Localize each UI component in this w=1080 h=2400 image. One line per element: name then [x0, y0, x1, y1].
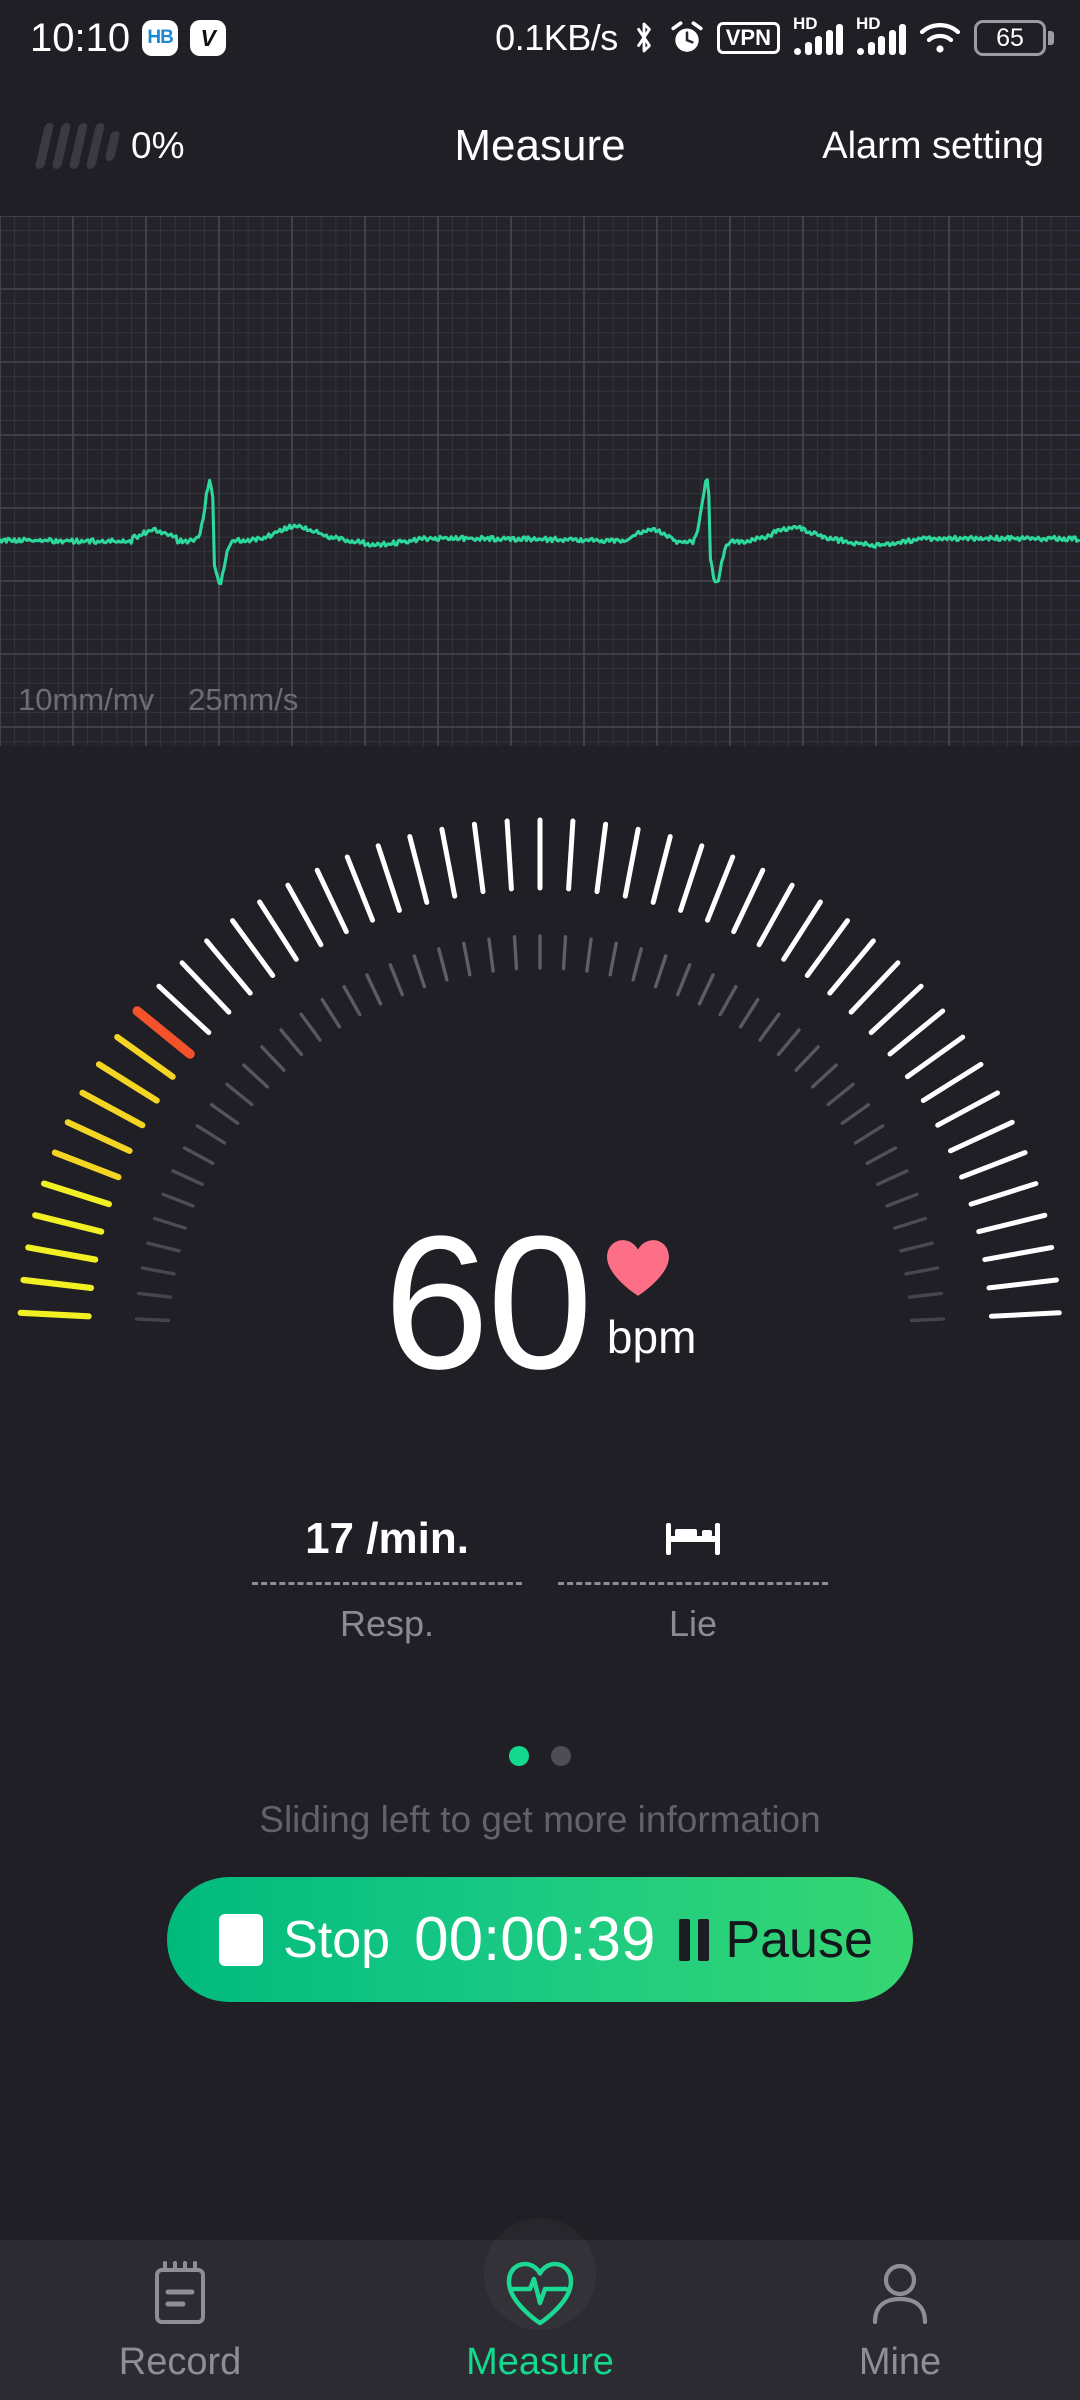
nav-item-measure[interactable]: Measure [360, 2240, 720, 2400]
bpm-side-group: bpm [605, 1216, 696, 1364]
nav-item-mine[interactable]: Mine [720, 2240, 1080, 2400]
status-bar-right: 0.1KB/s VPN HD HD 65 [495, 15, 1054, 59]
ecg-panel[interactable]: 10mm/mv 25mm/s [0, 216, 1080, 746]
bpm-unit-label: bpm [606, 1311, 697, 1363]
ecg-waveform [0, 478, 1080, 586]
stop-button[interactable]: Stop [207, 1910, 390, 1970]
stat-resp-value: 17 /min. [305, 1514, 469, 1563]
v-app-icon: V [190, 20, 227, 56]
wifi-icon [919, 21, 961, 55]
ecg-scale-labels: 10mm/mv 25mm/s [18, 682, 298, 718]
stat-posture-top [664, 1502, 722, 1576]
stat-posture-label: Lie [668, 1603, 718, 1644]
battery-indicator: 65 [974, 20, 1054, 56]
ecg-amplitude-scale: 10mm/mv [18, 682, 155, 717]
status-bar-left: 10:10 HB V [30, 15, 227, 61]
page-dot-2[interactable] [551, 1746, 571, 1766]
stat-resp-top: 17 /min. [305, 1502, 469, 1576]
ecg-speed-scale: 25mm/s [188, 682, 299, 717]
person-icon [868, 2257, 932, 2331]
status-clock: 10:10 [30, 15, 131, 60]
elapsed-timer: 00:00:39 [414, 1905, 656, 1974]
stop-square-icon [219, 1913, 264, 1966]
pause-icon [679, 1918, 710, 1961]
stat-posture: Lie [558, 1502, 828, 1645]
hb-app-icon: HB [142, 20, 179, 56]
battery-level-text: 65 [996, 23, 1024, 52]
page-dot-1[interactable] [509, 1746, 529, 1766]
stop-label: Stop [283, 1910, 391, 1969]
nav-label-record: Record [118, 2340, 242, 2383]
signal-icon-sim2: HD [856, 15, 906, 55]
bpm-readout: 60 bpm [0, 1197, 1080, 1409]
stat-resp-divider [252, 1582, 522, 1585]
stat-posture-divider [558, 1582, 828, 1585]
nav-label-measure: Measure [466, 2340, 614, 2383]
nav-item-record[interactable]: Record [0, 2240, 360, 2400]
network-speed-text: 0.1KB/s [495, 17, 618, 58]
pause-label: Pause [725, 1910, 873, 1969]
stats-row: 17 /min. Resp. Lie [0, 1502, 1080, 1645]
pause-button[interactable]: Pause [679, 1910, 873, 1970]
hd-label-sim2: HD [856, 14, 881, 33]
nav-active-halo [484, 2218, 596, 2330]
hd-label-sim1: HD [793, 14, 818, 33]
vpn-indicator: VPN [716, 22, 780, 54]
swipe-hint-text: Sliding left to get more information [259, 1799, 821, 1840]
bed-icon [666, 1523, 720, 1555]
alarm-setting-button[interactable]: Alarm setting [822, 125, 1044, 168]
app-header: 0% Measure Alarm setting [0, 76, 1080, 216]
status-bar: 10:10 HB V 0.1KB/s VPN HD HD 65 [0, 0, 1080, 76]
bluetooth-icon [631, 20, 657, 56]
measurement-control-bar[interactable]: Stop 00:00:39 Pause [167, 1877, 913, 2002]
page-indicator[interactable] [0, 1746, 1080, 1766]
stat-resp-label: Resp. [339, 1603, 435, 1644]
signal-icon-sim1: HD [793, 15, 843, 55]
bpm-value: 60 [383, 1197, 593, 1409]
heart-icon [606, 1240, 669, 1296]
alarm-icon [670, 21, 704, 55]
bottom-navigation: Record Measure Mine [0, 2240, 1080, 2400]
stat-resp: 17 /min. Resp. [252, 1502, 522, 1645]
nav-label-mine: Mine [858, 2340, 942, 2383]
clipboard-icon [149, 2257, 211, 2331]
battery-tip [1048, 31, 1054, 45]
measure-section: 60 bpm 17 /min. Resp. Lie Sliding left t… [0, 746, 1080, 2230]
